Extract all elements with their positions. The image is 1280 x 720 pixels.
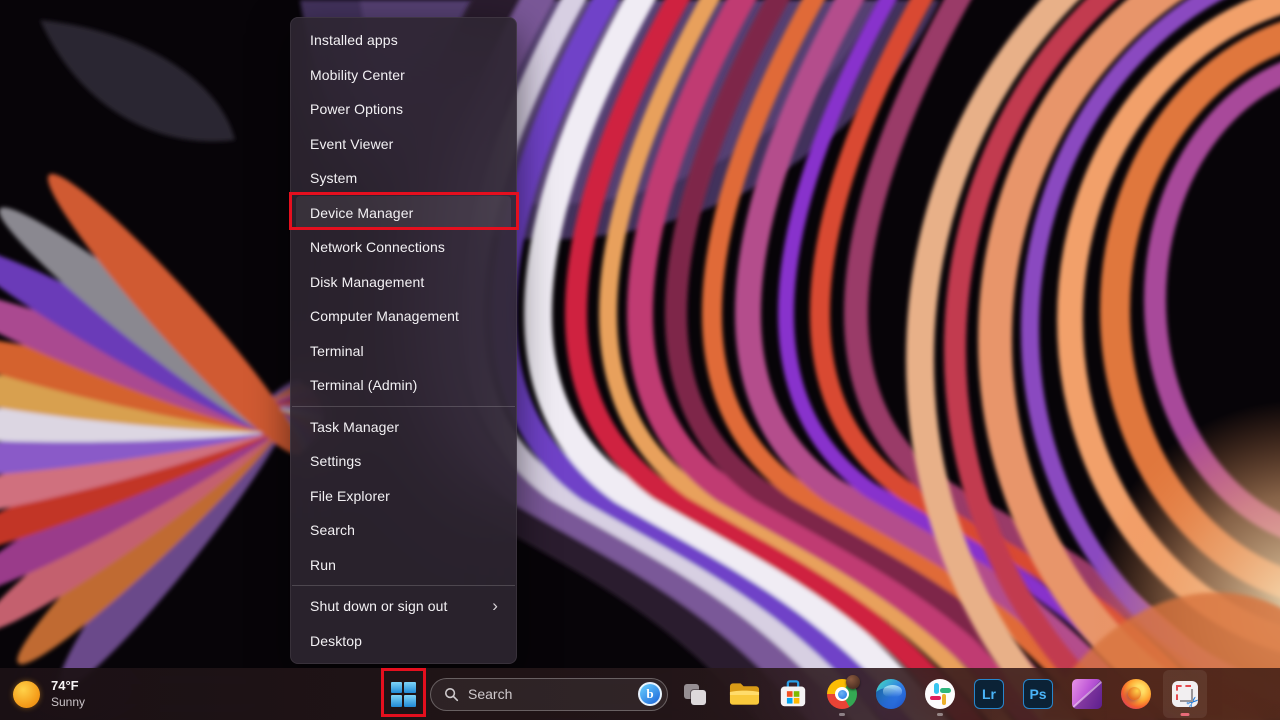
running-indicator xyxy=(839,713,845,716)
running-indicator xyxy=(1181,713,1190,716)
snipping-tool-icon: ✂ xyxy=(1172,681,1198,707)
task-view-button[interactable] xyxy=(673,670,717,718)
menu-item-label: Device Manager xyxy=(310,205,413,221)
chrome-button[interactable] xyxy=(820,670,864,718)
edge-icon xyxy=(876,679,906,709)
wallpaper-art xyxy=(0,0,1280,720)
chrome-icon xyxy=(827,679,857,709)
snipping-tool-button[interactable]: ✂ xyxy=(1163,670,1207,718)
sun-icon xyxy=(13,681,40,708)
search-input[interactable] xyxy=(468,686,629,702)
menu-item-system[interactable]: System xyxy=(291,161,516,196)
menu-item-label: Mobility Center xyxy=(310,67,405,83)
menu-item-label: Desktop xyxy=(310,633,362,649)
weather-condition: Sunny xyxy=(51,695,85,710)
menu-item-settings[interactable]: Settings xyxy=(291,444,516,479)
menu-item-label: Run xyxy=(310,557,336,573)
menu-item-label: Terminal xyxy=(310,343,364,359)
menu-item-computer-management[interactable]: Computer Management xyxy=(291,299,516,334)
menu-item-device-manager[interactable]: Device Manager xyxy=(291,196,516,231)
menu-item-desktop[interactable]: Desktop xyxy=(291,624,516,659)
slack-button[interactable] xyxy=(918,670,962,718)
menu-separator xyxy=(292,406,515,407)
menu-item-network-connections[interactable]: Network Connections xyxy=(291,230,516,265)
microsoft-store-button[interactable] xyxy=(771,670,815,718)
submenu-chevron-icon: › xyxy=(492,597,498,614)
weather-temperature: 74°F xyxy=(51,678,85,694)
affinity-photo-button[interactable] xyxy=(1065,670,1109,718)
menu-item-label: Computer Management xyxy=(310,308,459,324)
menu-item-label: File Explorer xyxy=(310,488,390,504)
photoshop-button[interactable]: Ps xyxy=(1016,670,1060,718)
menu-item-power-options[interactable]: Power Options xyxy=(291,92,516,127)
affinity-photo-icon xyxy=(1072,679,1102,709)
menu-item-label: Shut down or sign out xyxy=(310,598,448,614)
menu-item-label: Installed apps xyxy=(310,32,398,48)
menu-item-label: Disk Management xyxy=(310,274,424,290)
scissors-glyph: ✂ xyxy=(1184,693,1203,713)
photoshop-icon: Ps xyxy=(1023,679,1053,709)
menu-item-terminal[interactable]: Terminal xyxy=(291,334,516,369)
winx-context-menu: Installed apps Mobility Center Power Opt… xyxy=(290,17,517,664)
weather-widget[interactable]: 74°F Sunny xyxy=(13,668,85,720)
firefox-button[interactable] xyxy=(1114,670,1158,718)
menu-item-label: Terminal (Admin) xyxy=(310,377,417,393)
menu-separator xyxy=(292,585,515,586)
taskbar: 74°F Sunny b xyxy=(0,668,1280,720)
firefox-icon xyxy=(1121,679,1151,709)
menu-item-run[interactable]: Run xyxy=(291,548,516,583)
slack-icon xyxy=(925,679,955,709)
menu-item-search[interactable]: Search xyxy=(291,513,516,548)
menu-item-label: Search xyxy=(310,522,355,538)
task-view-icon xyxy=(684,684,706,705)
menu-item-file-explorer[interactable]: File Explorer xyxy=(291,479,516,514)
running-indicator xyxy=(937,713,943,716)
file-explorer-icon xyxy=(729,681,760,708)
menu-item-shut-down-or-sign-out[interactable]: Shut down or sign out › xyxy=(291,589,516,624)
menu-item-label: Network Connections xyxy=(310,239,445,255)
taskbar-center-group: b xyxy=(381,668,1207,720)
windows-logo-icon xyxy=(391,682,416,707)
menu-item-label: Settings xyxy=(310,453,361,469)
microsoft-store-icon xyxy=(778,679,808,709)
lightroom-button[interactable]: Lr xyxy=(967,670,1011,718)
taskbar-search-box[interactable]: b xyxy=(430,678,668,711)
menu-item-label: Event Viewer xyxy=(310,136,393,152)
menu-item-label: System xyxy=(310,170,357,186)
menu-item-disk-management[interactable]: Disk Management xyxy=(291,265,516,300)
menu-item-label: Task Manager xyxy=(310,419,399,435)
menu-item-task-manager[interactable]: Task Manager xyxy=(291,410,516,445)
menu-item-installed-apps[interactable]: Installed apps xyxy=(291,23,516,58)
menu-item-event-viewer[interactable]: Event Viewer xyxy=(291,127,516,162)
chrome-profile-badge xyxy=(846,675,860,689)
desktop: Installed apps Mobility Center Power Opt… xyxy=(0,0,1280,720)
desktop-wallpaper xyxy=(0,0,1280,720)
search-icon xyxy=(444,687,459,702)
start-button[interactable] xyxy=(381,670,425,718)
menu-item-mobility-center[interactable]: Mobility Center xyxy=(291,58,516,93)
bing-icon[interactable]: b xyxy=(638,682,662,706)
menu-item-terminal-admin[interactable]: Terminal (Admin) xyxy=(291,368,516,403)
edge-button[interactable] xyxy=(869,670,913,718)
file-explorer-button[interactable] xyxy=(722,670,766,718)
menu-item-label: Power Options xyxy=(310,101,403,117)
lightroom-icon: Lr xyxy=(974,679,1004,709)
